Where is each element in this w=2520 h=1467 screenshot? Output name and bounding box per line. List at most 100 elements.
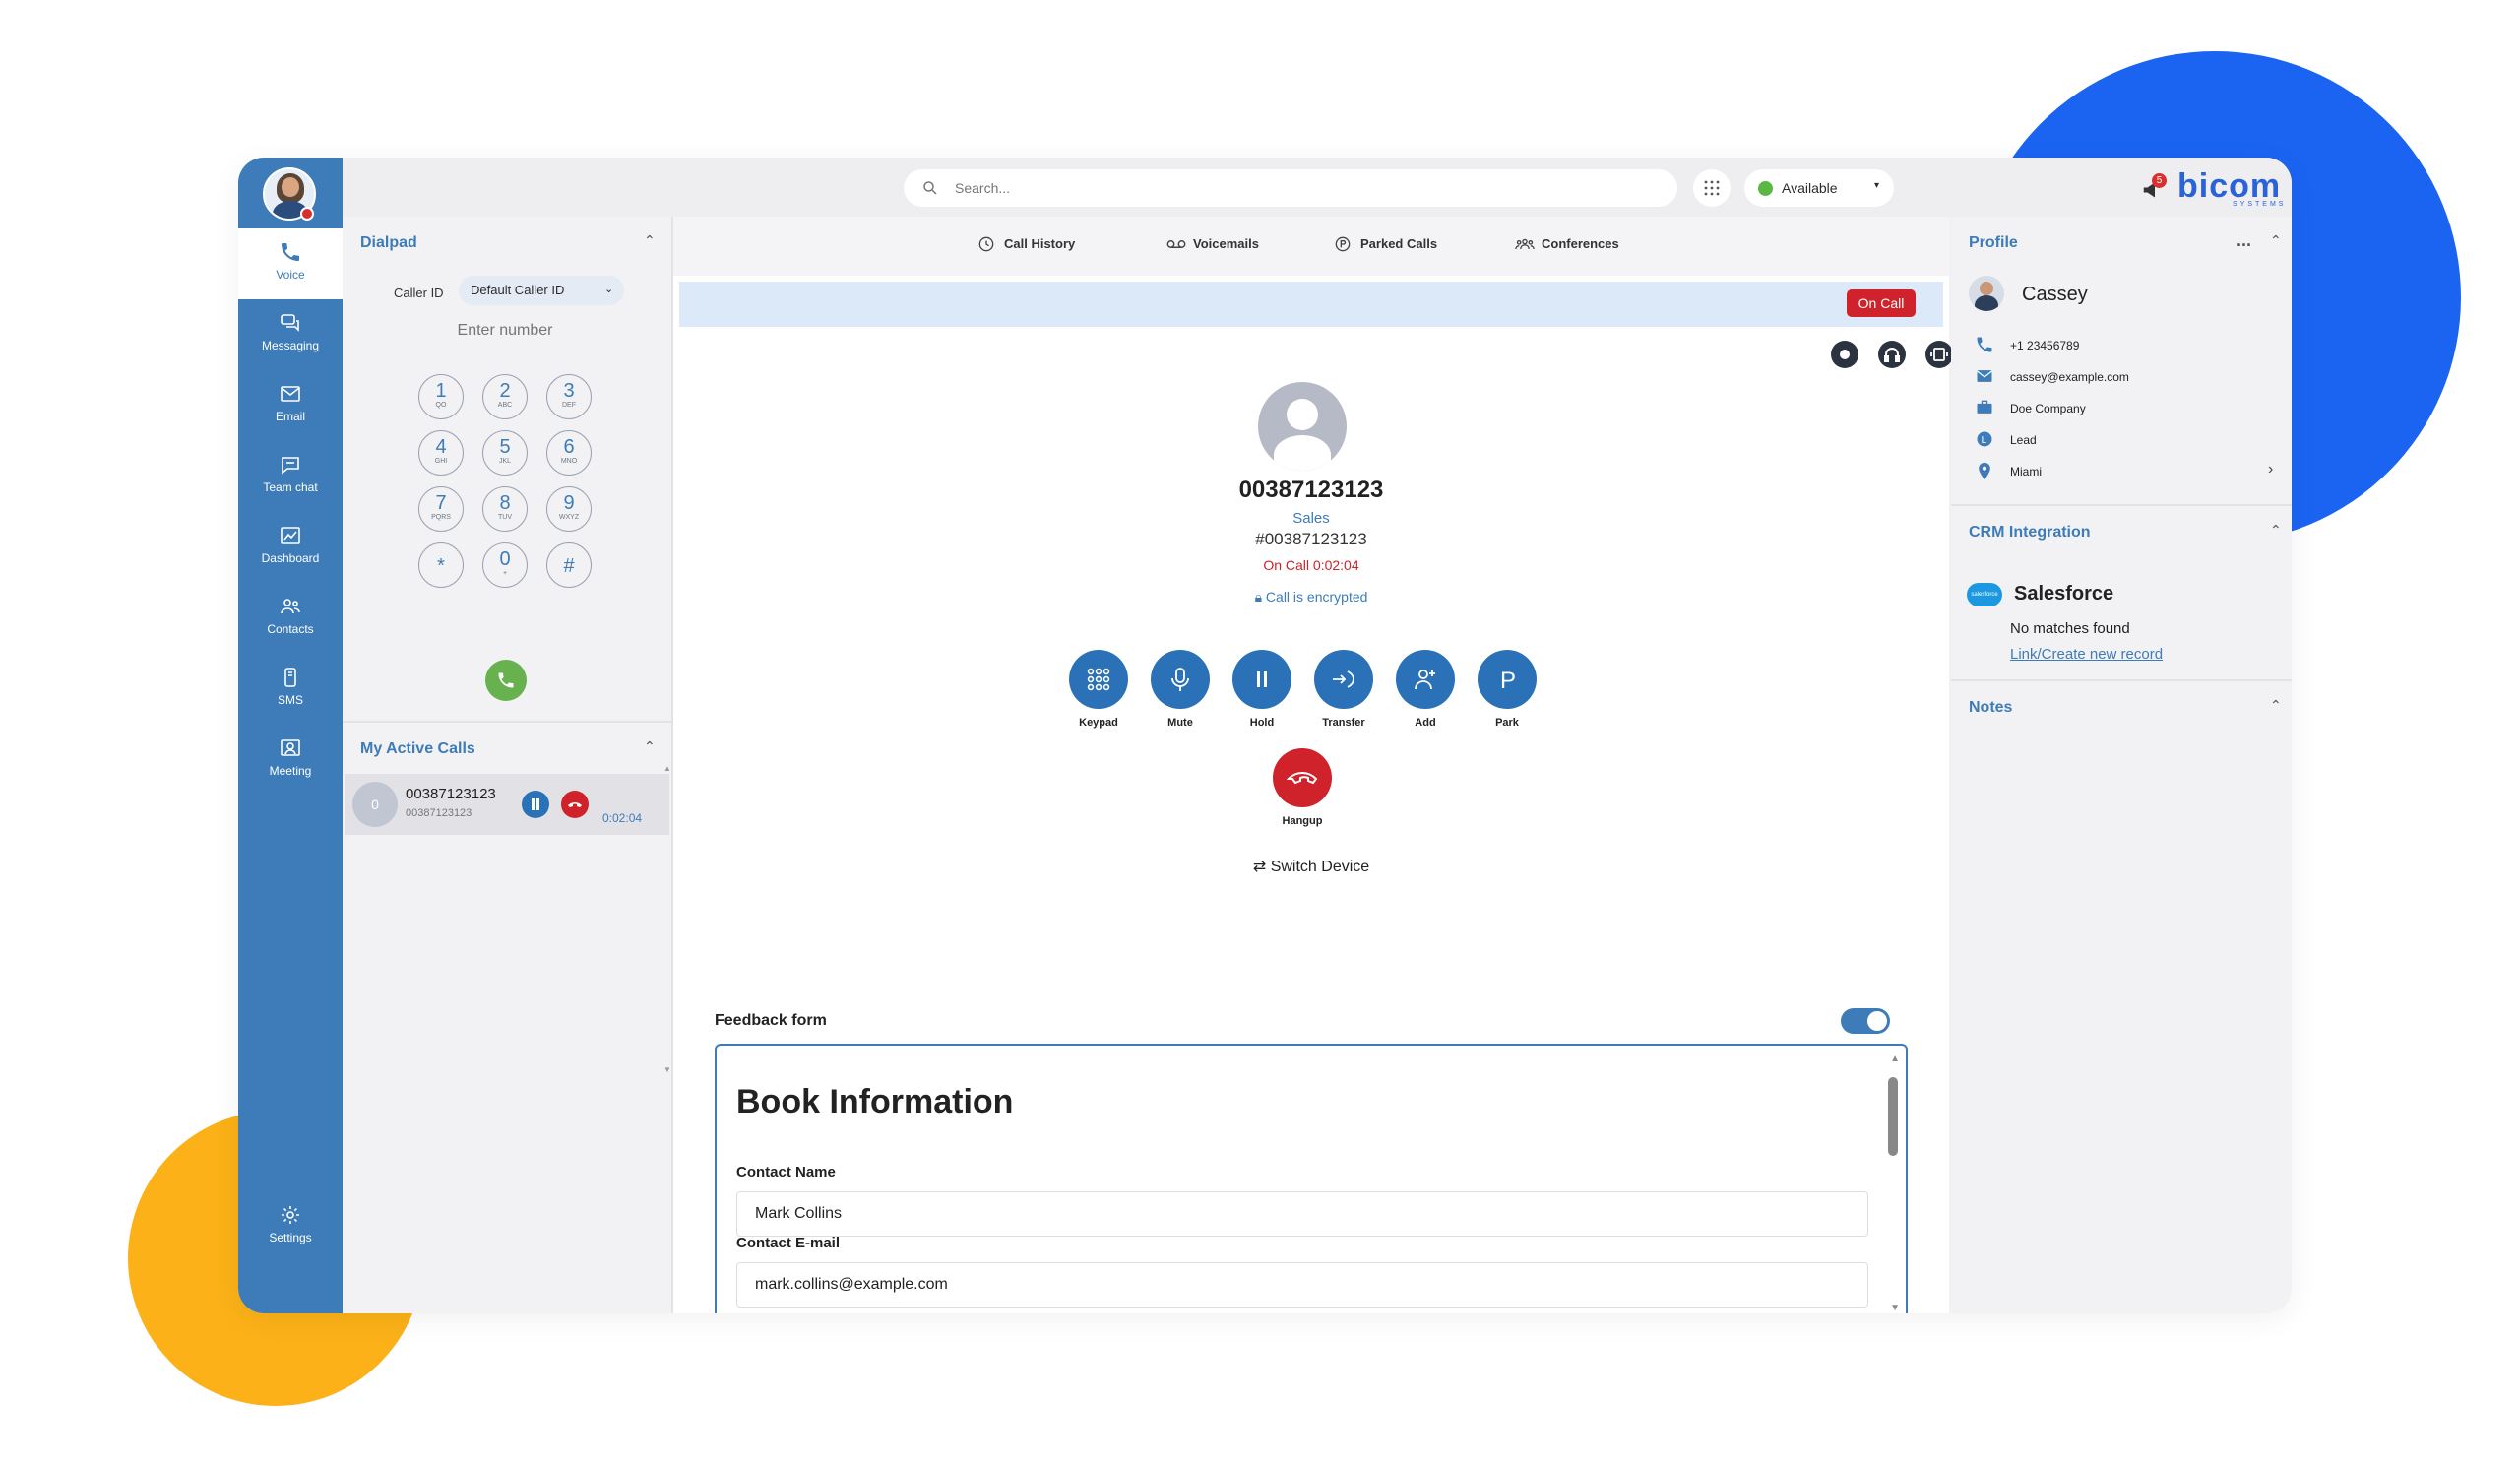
nav-settings-label: Settings	[269, 1231, 312, 1244]
speaker-icon	[1930, 348, 1948, 361]
apps-grid-button[interactable]	[1693, 169, 1731, 207]
switch-device-button[interactable]: ⇄ Switch Device	[673, 857, 1949, 876]
key-7[interactable]: 7 PQRS	[418, 486, 464, 532]
presence-status-dropdown[interactable]: Available ▾	[1744, 169, 1894, 207]
transfer-button[interactable]: Transfer	[1314, 650, 1373, 729]
tab-bar: Call History Voicemails Parked Calls Con…	[673, 217, 1949, 276]
keypad-button[interactable]: Keypad	[1069, 650, 1128, 729]
nav-messaging[interactable]: Messaging	[238, 299, 343, 370]
dial-call-button[interactable]	[485, 660, 527, 701]
caller-id-select[interactable]: Default Caller ID ⌄	[459, 276, 624, 305]
contact-name-label: Contact Name	[736, 1164, 836, 1180]
key-5[interactable]: 5 JKL	[482, 430, 528, 476]
add-label: Add	[1415, 717, 1436, 729]
chevron-down-icon: ⌄	[604, 284, 614, 295]
tab-call-history[interactable]: Call History	[976, 236, 1075, 252]
key-0[interactable]: 0 +	[482, 542, 528, 588]
dialpad-panel: Dialpad ⌃ Caller ID Default Caller ID ⌄ …	[343, 217, 673, 1313]
profile-title: Profile	[1969, 234, 2018, 251]
headset-icon	[1884, 348, 1900, 362]
add-button[interactable]: Add	[1396, 650, 1455, 729]
key-6[interactable]: 6 MNO	[546, 430, 592, 476]
group-icon	[1515, 238, 1535, 250]
transfer-icon	[1333, 670, 1354, 688]
crm-link-create-record[interactable]: Link/Create new record	[2010, 646, 2163, 663]
collapse-crm-icon[interactable]: ⌃	[2270, 522, 2282, 539]
collapse-dialpad-icon[interactable]: ⌃	[644, 232, 656, 249]
chevron-right-icon: ›	[2268, 461, 2274, 478]
feedback-form-title: Feedback form	[715, 1012, 827, 1029]
form-scrollbar[interactable]	[1888, 1077, 1898, 1156]
people-icon	[281, 599, 300, 614]
microphone-icon	[1171, 668, 1189, 691]
hold-button[interactable]: Hold	[1232, 650, 1292, 729]
nav-team-chat-label: Team chat	[263, 480, 318, 494]
key-3[interactable]: 3 DEF	[546, 374, 592, 419]
envelope-icon	[281, 386, 300, 402]
tab-conferences[interactable]: Conferences	[1514, 236, 1619, 251]
more-options-icon[interactable]: ...	[2236, 230, 2251, 251]
call-main-panel: Call History Voicemails Parked Calls Con…	[673, 217, 1953, 1313]
nav-team-chat[interactable]: Team chat	[238, 441, 343, 512]
top-bar: Available ▾ 5 bicom SYSTEMS	[343, 158, 2292, 217]
key-2[interactable]: 2 ABC	[482, 374, 528, 419]
phone-icon	[498, 672, 514, 688]
tab-parked-calls[interactable]: Parked Calls	[1333, 236, 1437, 252]
nav-email[interactable]: Email	[238, 370, 343, 441]
hangup-button[interactable]: Hangup	[1273, 748, 1332, 827]
active-call-row[interactable]: 0 00387123123 00387123123 0:02:04	[345, 774, 669, 835]
key-hash[interactable]: #	[546, 542, 592, 588]
search-input[interactable]	[955, 177, 1644, 199]
mobile-icon	[284, 668, 296, 687]
active-call-hold-button[interactable]	[522, 791, 549, 818]
call-status: On Call 0:02:04	[1263, 557, 1359, 573]
key-star[interactable]: *	[418, 542, 464, 588]
key-4[interactable]: 4 GHI	[418, 430, 464, 476]
phone-icon	[1977, 337, 1992, 352]
number-input[interactable]	[402, 315, 608, 347]
nav-voice[interactable]: Voice	[238, 228, 343, 299]
parking-icon	[1335, 236, 1351, 252]
collapse-profile-icon[interactable]: ⌃	[2270, 232, 2282, 249]
nav-sms[interactable]: SMS	[238, 654, 343, 725]
active-call-subnumber: 00387123123	[406, 807, 472, 819]
key-8[interactable]: 8 TUV	[482, 486, 528, 532]
record-button[interactable]	[1831, 341, 1858, 368]
contact-email-label: Contact E-mail	[736, 1235, 841, 1251]
profile-location-value: Miami	[2010, 465, 2042, 478]
status-label: Available	[1782, 180, 1838, 196]
nav-contacts[interactable]: Contacts	[238, 583, 343, 654]
contact-name-input[interactable]	[736, 1191, 1868, 1237]
key-9[interactable]: 9 WXYZ	[546, 486, 592, 532]
search-box[interactable]	[904, 169, 1677, 207]
profile-name: Cassey	[2022, 284, 2088, 305]
scroll-up-arrow[interactable]: ▲	[1890, 1053, 1900, 1064]
scroll-down-arrow[interactable]: ▼	[663, 1065, 671, 1074]
active-call-hangup-button[interactable]	[561, 791, 589, 818]
active-call-avatar: 0	[352, 782, 398, 827]
nav-dashboard[interactable]: Dashboard	[238, 512, 343, 583]
collapse-active-calls-icon[interactable]: ⌃	[644, 738, 656, 755]
profile-panel: Profile ... ⌃ Cassey +1 23456789 cassey@…	[1951, 217, 2292, 1313]
grid-icon	[1704, 180, 1720, 196]
voicemail-icon	[1166, 240, 1186, 248]
park-button[interactable]: P Park	[1478, 650, 1537, 729]
feedback-form-toggle[interactable]	[1841, 1008, 1890, 1034]
hangup-icon	[568, 802, 582, 807]
nav-settings[interactable]: Settings	[238, 1191, 343, 1262]
headset-button[interactable]	[1878, 341, 1906, 368]
nav-messaging-label: Messaging	[261, 339, 320, 352]
speaker-button[interactable]	[1925, 341, 1953, 368]
tab-voicemails[interactable]: Voicemails	[1166, 236, 1259, 251]
nav-sms-label: SMS	[277, 693, 303, 707]
mute-button[interactable]: Mute	[1151, 650, 1210, 729]
scroll-down-arrow[interactable]: ▼	[1890, 1303, 1900, 1313]
contact-email-input[interactable]	[736, 1262, 1868, 1308]
key-1[interactable]: 1 QO	[418, 374, 464, 419]
scroll-up-arrow[interactable]: ▲	[663, 764, 671, 773]
logo-subtitle: SYSTEMS	[2233, 201, 2287, 208]
profile-location[interactable]: Miami ›	[1975, 461, 2280, 482]
collapse-notes-icon[interactable]: ⌃	[2270, 697, 2282, 714]
nav-meeting[interactable]: Meeting	[238, 725, 343, 796]
active-call-duration: 0:02:04	[602, 811, 643, 825]
